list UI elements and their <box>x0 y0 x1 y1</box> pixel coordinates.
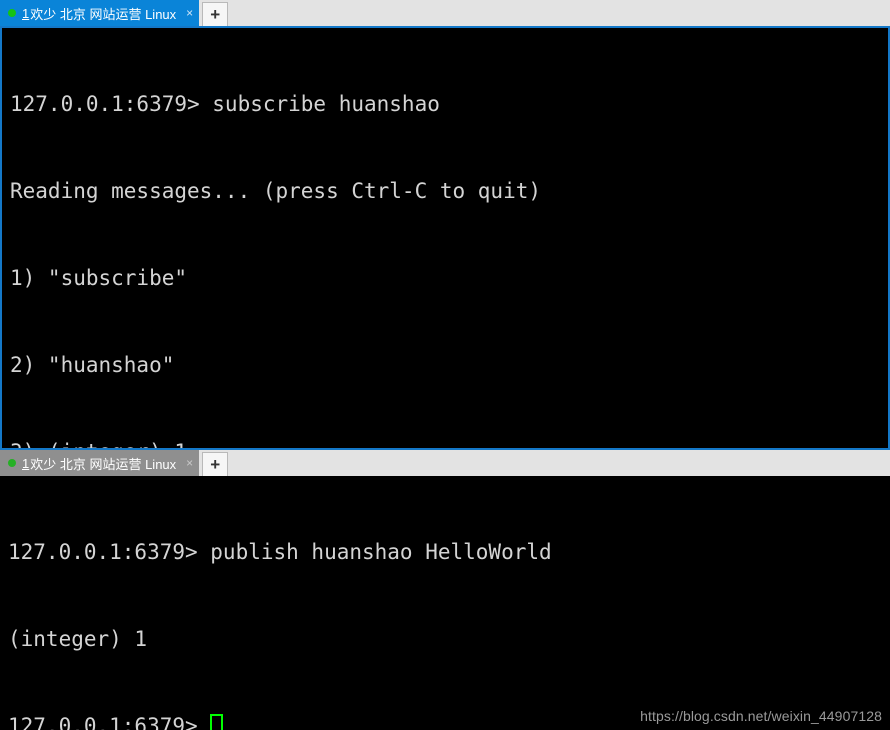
terminal-line: 127.0.0.1:6379> publish huanshao HelloWo… <box>8 540 552 564</box>
tab-title-label: 欢少 北京 网站运营 Linux <box>30 6 177 22</box>
tabbar-publisher: 1 欢少 北京 网站运营 Linux × + <box>0 450 890 476</box>
tabbar-subscriber: 1 欢少 北京 网站运营 Linux × + <box>0 0 890 26</box>
connection-status-dot-icon <box>8 9 16 17</box>
terminal-line: (integer) 1 <box>8 627 148 651</box>
tabbar-empty-area <box>228 0 890 26</box>
tabbar-empty-area <box>228 450 890 476</box>
terminal-text-subscriber: 127.0.0.1:6379> subscribe huanshao Readi… <box>2 28 888 448</box>
terminal-line: 2) "huanshao" <box>10 353 175 377</box>
terminal-window-publisher[interactable]: 1 欢少 北京 网站运营 Linux × + 127.0.0.1:6379> p… <box>0 450 890 730</box>
terminal-cursor <box>210 714 224 730</box>
tab-index-label: 1 <box>22 455 30 471</box>
new-tab-button[interactable]: + <box>202 452 229 476</box>
tab-publisher[interactable]: 1 欢少 北京 网站运营 Linux × <box>0 450 200 476</box>
new-tab-button[interactable]: + <box>202 2 229 26</box>
terminal-prompt-text: 127.0.0.1:6379> <box>8 714 211 730</box>
terminal-line: Reading messages... (press Ctrl-C to qui… <box>10 179 542 203</box>
tab-index-label: 1 <box>22 5 30 21</box>
close-icon[interactable]: × <box>186 7 193 19</box>
desktop-screen: 1 欢少 北京 网站运营 Linux × + 127.0.0.1:6379> s… <box>0 0 890 730</box>
tab-subscriber[interactable]: 1 欢少 北京 网站运营 Linux × <box>0 0 200 26</box>
terminal-output-subscriber[interactable]: 127.0.0.1:6379> subscribe huanshao Readi… <box>0 26 890 450</box>
close-icon[interactable]: × <box>186 457 193 469</box>
terminal-text-publisher: 127.0.0.1:6379> publish huanshao HelloWo… <box>0 476 890 730</box>
terminal-line: 3) (integer) 1 <box>10 438 888 448</box>
tab-title-label: 欢少 北京 网站运营 Linux <box>30 456 177 472</box>
terminal-output-publisher[interactable]: 127.0.0.1:6379> publish huanshao HelloWo… <box>0 476 890 730</box>
terminal-line: 127.0.0.1:6379> subscribe huanshao <box>10 92 440 116</box>
terminal-window-subscriber[interactable]: 1 欢少 北京 网站运营 Linux × + 127.0.0.1:6379> s… <box>0 0 890 450</box>
terminal-line: 1) "subscribe" <box>10 266 188 290</box>
connection-status-dot-icon <box>8 459 16 467</box>
watermark-text: https://blog.csdn.net/weixin_44907128 <box>640 708 882 724</box>
